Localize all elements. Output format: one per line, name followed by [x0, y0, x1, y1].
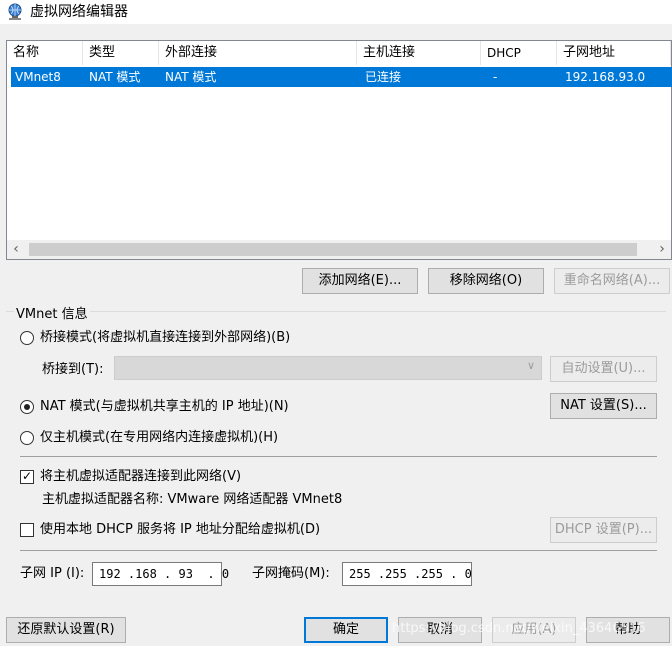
- window-title: 虚拟网络编辑器: [30, 4, 128, 20]
- network-list[interactable]: 名称 类型 外部连接 主机连接 DHCP 子网地址 VMnet8 NAT 模式 …: [6, 40, 672, 260]
- chevron-down-icon: ∨: [526, 359, 535, 372]
- globe-network-icon: [8, 3, 22, 20]
- nat-mode-label[interactable]: NAT 模式(与虚拟机共享主机的 IP 地址)(N): [40, 398, 289, 416]
- remove-network-button[interactable]: 移除网络(O): [428, 268, 544, 294]
- cell-subnet: 192.168.93.0: [565, 70, 646, 84]
- subnet-ip-label: 子网 IP (I):: [20, 566, 85, 581]
- cell-type: NAT 模式: [89, 70, 141, 84]
- title-bar: 虚拟网络编辑器: [0, 0, 672, 24]
- subnet-ip-field[interactable]: 192 .168 . 93 . 0: [92, 562, 229, 586]
- subnet-mask-label: 子网掩码(M):: [252, 566, 330, 581]
- column-header-external[interactable]: 外部连接: [159, 41, 357, 65]
- column-header-dhcp[interactable]: DHCP: [481, 41, 557, 65]
- column-header-name[interactable]: 名称: [7, 41, 83, 65]
- bridge-to-select[interactable]: ∨: [114, 356, 542, 380]
- nat-settings-button[interactable]: NAT 设置(S)...: [550, 393, 657, 419]
- horizontal-scrollbar[interactable]: ‹ ›: [7, 240, 671, 259]
- scrollbar-thumb[interactable]: [29, 243, 637, 256]
- help-button[interactable]: 帮助: [586, 617, 670, 643]
- host-only-radio[interactable]: [20, 431, 34, 445]
- connect-adapter-checkbox[interactable]: [20, 469, 34, 484]
- cell-external: NAT 模式: [165, 70, 217, 84]
- table-row[interactable]: VMnet8 NAT 模式 NAT 模式 已连接 - 192.168.93.0: [11, 67, 672, 87]
- cell-host: 已连接: [365, 70, 402, 84]
- list-header: 名称 类型 外部连接 主机连接 DHCP 子网地址: [7, 41, 671, 65]
- vmnet-info-label: VMnet 信息: [14, 303, 90, 322]
- rename-network-button[interactable]: 重命名网络(A)...: [554, 268, 670, 294]
- column-header-host[interactable]: 主机连接: [357, 41, 481, 65]
- connect-adapter-label[interactable]: 将主机虚拟适配器连接到此网络(V): [40, 468, 241, 486]
- divider: [20, 456, 657, 457]
- column-header-type[interactable]: 类型: [83, 41, 159, 65]
- chevron-left-icon[interactable]: ‹: [7, 240, 25, 259]
- cancel-button[interactable]: 取消: [398, 617, 482, 643]
- use-dhcp-checkbox[interactable]: [20, 523, 34, 537]
- divider: [20, 550, 657, 551]
- auto-settings-button[interactable]: 自动设置(U)...: [550, 356, 657, 382]
- dhcp-settings-button[interactable]: DHCP 设置(P)...: [550, 517, 657, 543]
- group-border: [6, 311, 666, 312]
- host-only-label[interactable]: 仅主机模式(在专用网络内连接虚拟机)(H): [40, 429, 278, 447]
- bridge-to-label: 桥接到(T):: [42, 362, 104, 377]
- chevron-right-icon[interactable]: ›: [653, 240, 671, 259]
- column-header-subnet[interactable]: 子网地址: [557, 41, 671, 65]
- subnet-mask-field[interactable]: 255 .255 .255 . 0: [342, 562, 472, 586]
- bridged-mode-radio[interactable]: [20, 331, 34, 345]
- apply-button[interactable]: 应用(A): [492, 617, 576, 643]
- nat-mode-radio[interactable]: [20, 400, 34, 414]
- use-dhcp-label[interactable]: 使用本地 DHCP 服务将 IP 地址分配给虚拟机(D): [40, 521, 320, 539]
- restore-defaults-button[interactable]: 还原默认设置(R): [6, 617, 126, 643]
- cell-name: VMnet8: [15, 70, 61, 84]
- bridged-mode-label[interactable]: 桥接模式(将虚拟机直接连接到外部网络)(B): [40, 329, 290, 347]
- ok-button[interactable]: 确定: [304, 617, 388, 643]
- adapter-name-text: 主机虚拟适配器名称: VMware 网络适配器 VMnet8: [42, 492, 343, 507]
- cell-dhcp: -: [493, 70, 498, 84]
- add-network-button[interactable]: 添加网络(E)...: [302, 268, 418, 294]
